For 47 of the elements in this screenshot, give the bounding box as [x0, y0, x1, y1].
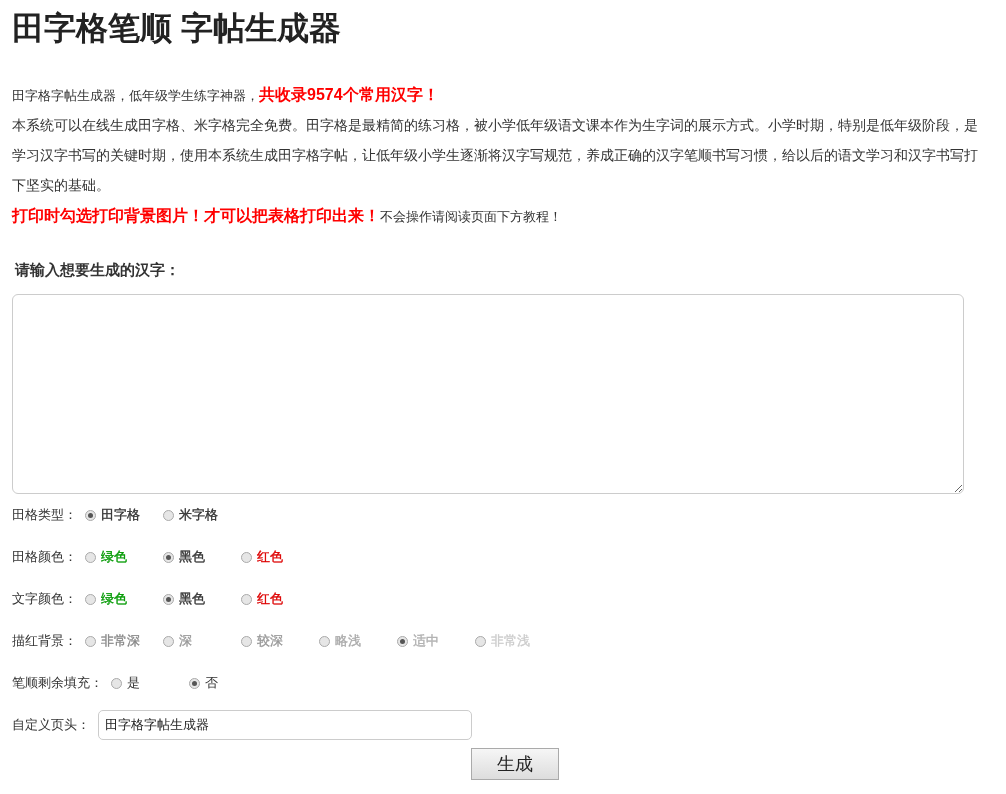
header-input-field[interactable]: 田字格字帖生成器	[98, 710, 472, 740]
option-text[interactable]: 红色	[257, 590, 283, 608]
option-text[interactable]: 黑色	[179, 590, 205, 608]
option-text[interactable]: 黑色	[179, 548, 205, 566]
option-text[interactable]: 绿色	[101, 590, 127, 608]
text-input-area[interactable]	[12, 294, 964, 494]
description-paragraph: 本系统可以在线生成田字格、米字格完全免费。田字格是最精简的练习格，被小学低年级语文课本作为生字词的展示方式。小学时期，特别是低年级阶段，是学习汉字书写的关键时期，使用本系统生成田字格字帖，让低年级小学生逐渐将汉字写规范，养成正确的汉字笔顺书写习惯，给以后的语文学习和汉字书写打下坚实的基础。	[12, 117, 979, 195]
radio-button[interactable]	[85, 509, 96, 521]
radio-button[interactable]	[163, 509, 174, 521]
option-label: 田格类型：	[12, 506, 77, 524]
radio-button[interactable]	[241, 593, 252, 605]
intro-text: 田字格字帖生成器，低年级学生练字神器，	[12, 88, 259, 103]
print-warning: 打印时勾选打印背景图片！才可以把表格打印出来！	[12, 207, 380, 224]
radio-button[interactable]	[111, 677, 122, 689]
option-text[interactable]: 是	[127, 674, 140, 692]
radio-button[interactable]	[397, 635, 408, 647]
radio-button[interactable]	[163, 551, 174, 563]
option-text[interactable]: 红色	[257, 548, 283, 566]
option-label: 田格颜色：	[12, 548, 77, 566]
option-label: 笔顺剩余填充：	[12, 674, 103, 692]
option-text[interactable]: 略浅	[335, 632, 361, 650]
input-label: 请输入想要生成的汉字：	[15, 260, 181, 280]
radio-button[interactable]	[189, 677, 200, 689]
option-text[interactable]: 非常深	[101, 632, 140, 650]
option-text[interactable]: 较深	[257, 632, 283, 650]
radio-button[interactable]	[241, 551, 252, 563]
option-text[interactable]: 适中	[413, 632, 439, 650]
option-text[interactable]: 否	[205, 674, 218, 692]
radio-button[interactable]	[163, 635, 174, 647]
radio-button[interactable]	[85, 551, 96, 563]
radio-button[interactable]	[319, 635, 330, 647]
radio-button[interactable]	[85, 593, 96, 605]
page-title: 田字格笔顺 字帖生成器	[12, 9, 342, 48]
option-text[interactable]: 深	[179, 632, 192, 650]
header-label: 自定义页头：	[12, 716, 90, 734]
radio-button[interactable]	[163, 593, 174, 605]
radio-button[interactable]	[475, 635, 486, 647]
highlight-text: 共收录9574个常用汉字！	[259, 86, 439, 103]
option-text[interactable]: 绿色	[101, 548, 127, 566]
radio-button[interactable]	[241, 635, 252, 647]
tutorial-note: 不会操作请阅读页面下方教程！	[380, 209, 562, 224]
option-text[interactable]: 米字格	[179, 506, 218, 524]
option-label: 描红背景：	[12, 632, 77, 650]
generate-button[interactable]: 生成	[470, 748, 559, 780]
option-label: 文字颜色：	[12, 590, 77, 608]
option-text[interactable]: 田字格	[101, 506, 140, 524]
radio-button[interactable]	[85, 635, 96, 647]
